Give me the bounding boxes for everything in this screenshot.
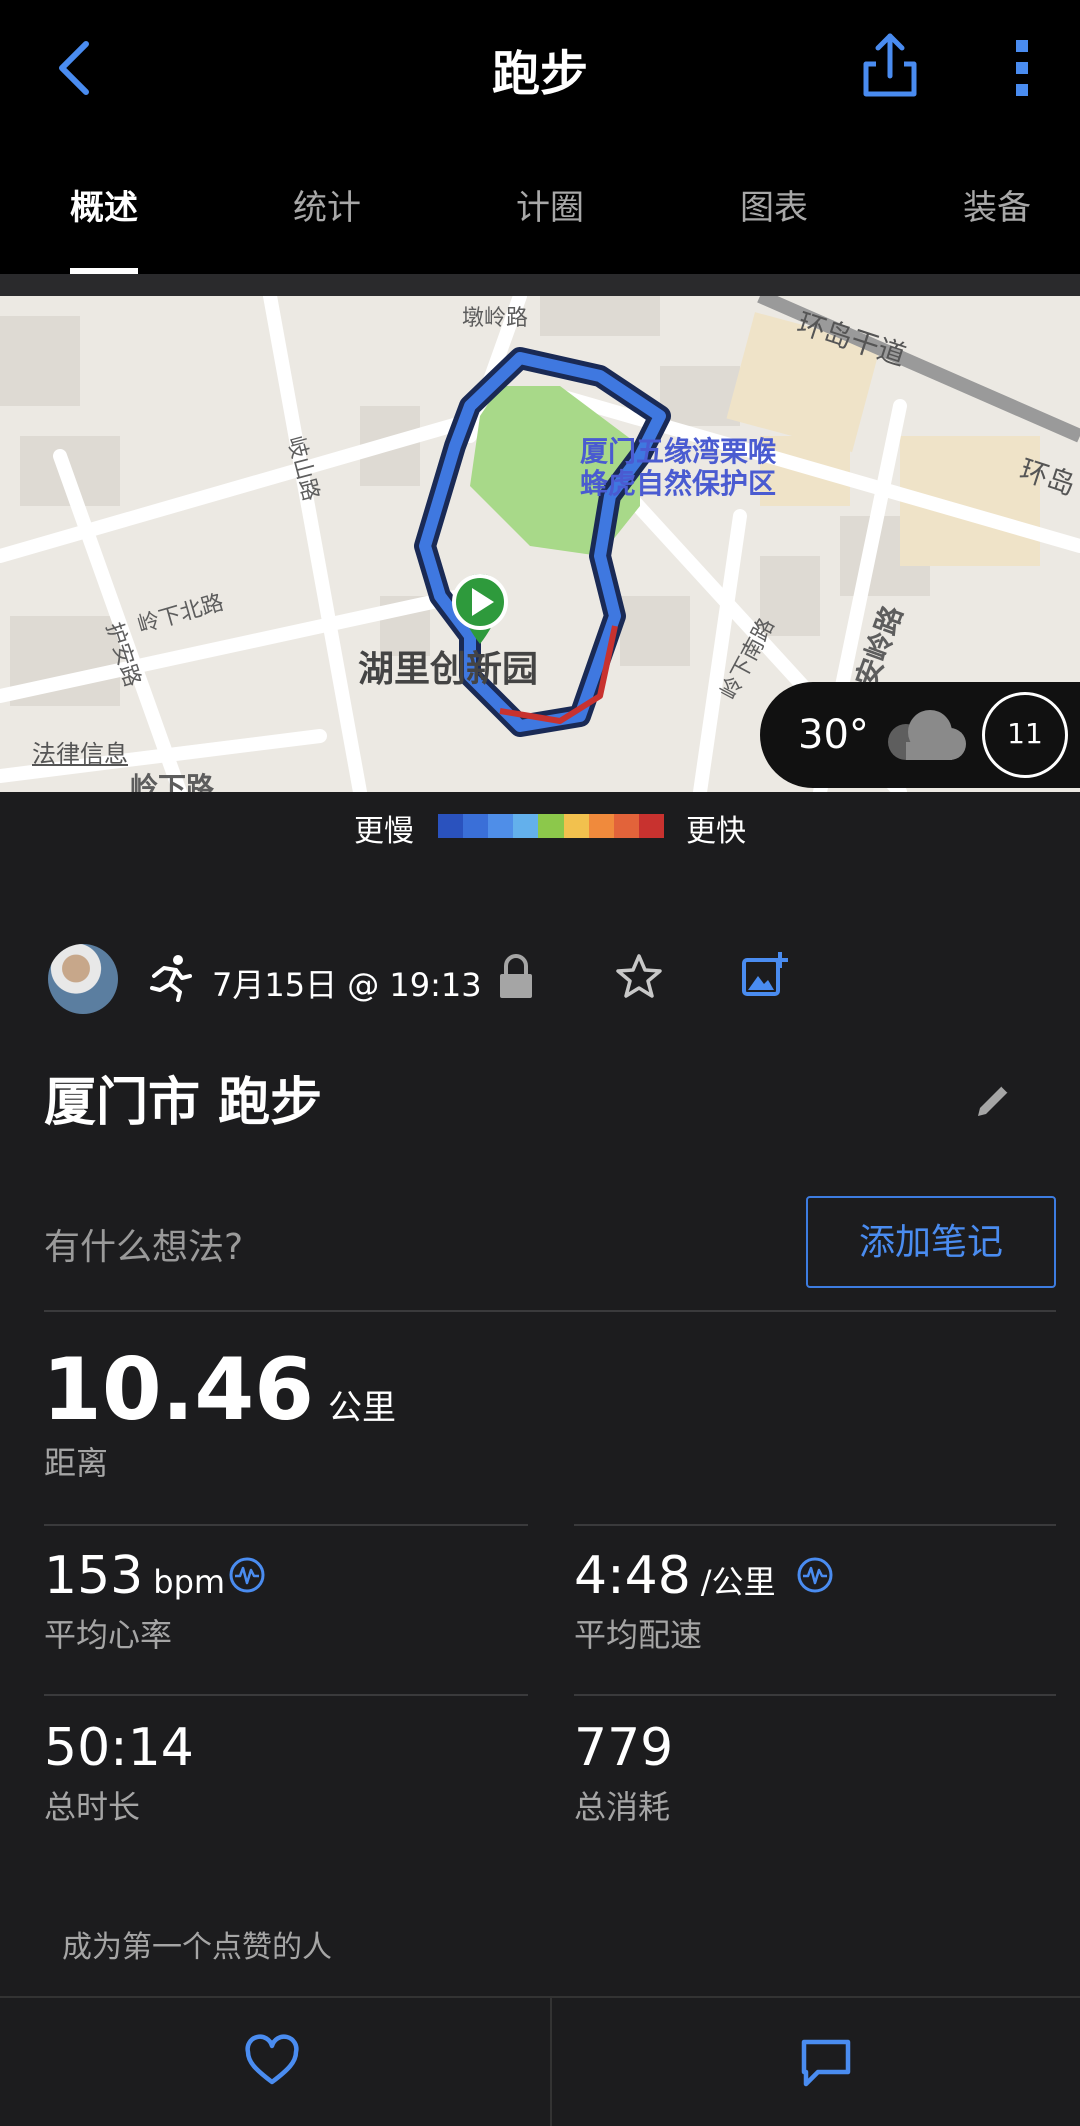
divider	[44, 1694, 528, 1696]
avg-pace-value: 4:48	[574, 1546, 691, 1606]
pace-swatch	[438, 814, 464, 838]
pace-swatch	[513, 814, 539, 838]
pace-swatch	[613, 814, 639, 838]
thoughts-prompt[interactable]: 有什么想法?	[44, 1218, 243, 1270]
running-icon	[150, 955, 192, 1002]
faster-label: 更快	[686, 814, 746, 849]
divider	[44, 1310, 1056, 1312]
poi-label: 厦门五缘湾栗喉 蜂虎自然保护区	[580, 435, 777, 500]
avg-pace-unit: /公里	[700, 1563, 776, 1601]
star-icon[interactable]	[614, 952, 664, 1002]
route-map[interactable]: 墩岭路 环岛干道 环岛 岐山路 岭下北路 护安路 岭下南路 安岭路 岭下路 厦门…	[0, 296, 1080, 792]
share-button[interactable]	[858, 28, 922, 104]
legal-link[interactable]: 法律信息	[32, 734, 128, 769]
calories-value: 779	[574, 1718, 674, 1778]
avg-hr-unit: bpm	[153, 1563, 226, 1601]
distance-unit: 公里	[328, 1388, 397, 1428]
divider	[550, 1998, 552, 2126]
tab-gear[interactable]: 装备	[963, 180, 1031, 229]
pace-swatch	[563, 814, 589, 838]
pace-gradient	[438, 814, 664, 838]
wind-speed: 11	[1007, 717, 1043, 750]
place-label: 湖里创新园	[358, 649, 539, 690]
likes-text[interactable]: 成为第一个点赞的人	[62, 1922, 332, 1966]
bottom-action-bar	[0, 1996, 1080, 2126]
weather-widget: 30° 11	[760, 682, 1080, 788]
pace-swatch	[488, 814, 514, 838]
street-label: 岭下路	[130, 771, 215, 792]
pace-sensor-icon[interactable]	[796, 1556, 834, 1594]
divider	[574, 1694, 1056, 1696]
activity-title: 厦门市 跑步	[44, 1073, 323, 1133]
divider	[574, 1524, 1056, 1526]
avatar[interactable]	[48, 944, 118, 1014]
distance-label: 距离	[44, 1444, 109, 1482]
cloud-icon	[888, 710, 966, 760]
duration-value: 50:14	[44, 1718, 194, 1778]
vertical-dots-icon	[1016, 40, 1028, 96]
distance-stat: 10.46 公里	[42, 1340, 396, 1440]
distance-value: 10.46	[42, 1340, 315, 1440]
avg-pace-label: 平均配速	[574, 1616, 703, 1654]
avg-hr-label: 平均心率	[44, 1616, 173, 1654]
tab-bar: 概述 统计 计圈 图表 装备	[0, 140, 1080, 274]
tab-charts[interactable]: 图表	[740, 180, 808, 229]
tab-laps[interactable]: 计圈	[516, 180, 584, 229]
pace-swatch	[638, 814, 664, 838]
avg-heart-rate-stat: 153 bpm	[44, 1546, 225, 1606]
avg-pace-stat: 4:48/公里	[574, 1546, 776, 1606]
more-options-button[interactable]	[1000, 36, 1044, 100]
activity-meta: 7月15日 @ 19:13	[0, 940, 1080, 1020]
pace-swatch	[463, 814, 489, 838]
pace-swatch	[588, 814, 614, 838]
pace-swatch	[538, 814, 564, 838]
divider-bar	[0, 274, 1080, 296]
lock-icon[interactable]	[498, 954, 534, 1000]
tab-overview[interactable]: 概述	[70, 180, 138, 229]
temperature: 30°	[798, 712, 869, 758]
avg-hr-value: 153	[44, 1546, 144, 1606]
heart-rate-sensor-icon[interactable]	[228, 1556, 266, 1594]
share-icon	[863, 33, 917, 97]
street-label: 墩岭路	[462, 306, 529, 331]
activity-date: 7月15日 @ 19:13	[212, 966, 482, 1004]
slower-label: 更慢	[354, 814, 414, 849]
duration-label: 总时长	[44, 1788, 141, 1826]
comment-icon[interactable]	[798, 2034, 854, 2090]
top-app-bar: 跑步	[0, 0, 1080, 140]
pace-legend: 更慢 更快	[0, 792, 1080, 852]
add-photo-icon[interactable]	[740, 950, 790, 1000]
calories-label: 总消耗	[574, 1788, 671, 1826]
add-note-button[interactable]: 添加笔记	[806, 1196, 1056, 1288]
divider	[44, 1524, 528, 1526]
wind-indicator: 11	[982, 692, 1068, 778]
edit-pencil-icon[interactable]	[972, 1078, 1016, 1122]
tab-stats[interactable]: 统计	[293, 180, 361, 229]
like-heart-icon[interactable]	[244, 2034, 300, 2090]
